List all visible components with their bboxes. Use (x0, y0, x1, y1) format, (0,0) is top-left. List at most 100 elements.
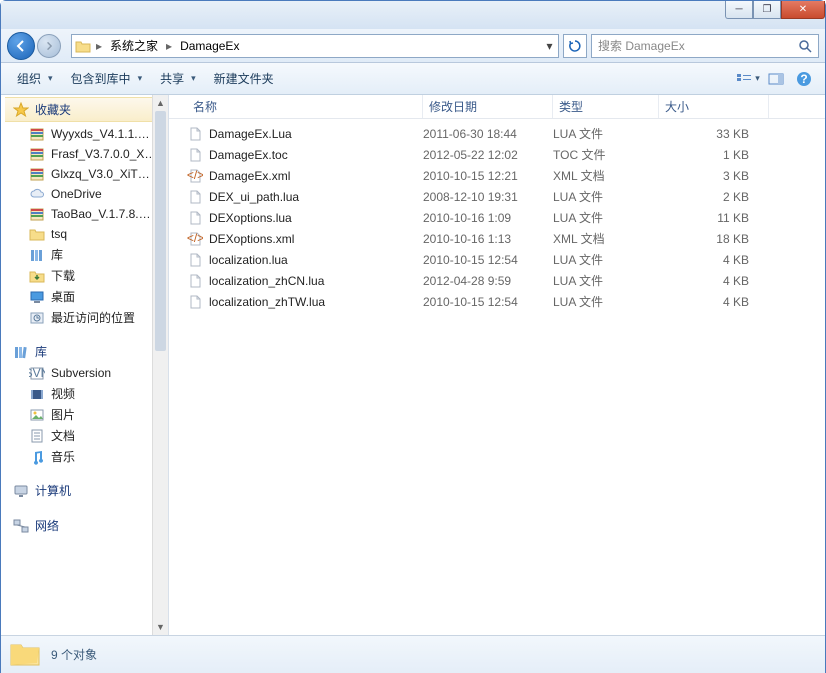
folder-icon (29, 226, 45, 242)
preview-pane-button[interactable] (763, 67, 789, 91)
toolbar: 组织 包含到库中 共享 新建文件夹 ? (1, 63, 825, 95)
view-options-button[interactable] (735, 67, 761, 91)
file-row[interactable]: </>DEXoptions.xml2010-10-16 1:13XML 文档18… (187, 228, 825, 249)
address-bar[interactable]: ▸ 系统之家 ▸ DamageEx ▾ (71, 34, 559, 58)
file-icon (187, 189, 203, 205)
sidebar-item[interactable]: Frasf_V3.7.0.0_X… (5, 144, 168, 164)
file-type: LUA 文件 (553, 251, 659, 268)
sidebar-item-label: TaoBao_V.1.7.8.… (51, 207, 151, 221)
sidebar-item[interactable]: TaoBao_V.1.7.8.… (5, 204, 168, 224)
libraries-label: 库 (35, 343, 47, 360)
file-row[interactable]: DEX_ui_path.lua2008-12-10 19:31LUA 文件2 K… (187, 186, 825, 207)
sidebar-item[interactable]: 桌面 (5, 286, 168, 307)
help-button[interactable]: ? (791, 67, 817, 91)
sidebar-item[interactable]: tsq (5, 224, 168, 244)
library-icon (29, 247, 45, 263)
close-button[interactable]: ✕ (781, 1, 825, 19)
file-date: 2012-04-28 9:59 (423, 274, 553, 288)
file-date: 2010-10-15 12:21 (423, 169, 553, 183)
file-date: 2011-06-30 18:44 (423, 127, 553, 141)
file-size: 3 KB (659, 169, 763, 183)
svn-icon: SVN (29, 365, 45, 381)
file-icon: </> (187, 168, 203, 184)
sidebar-item[interactable]: 视频 (5, 383, 168, 404)
new-folder-button[interactable]: 新建文件夹 (206, 66, 282, 91)
sidebar-scrollbar[interactable]: ▲ ▼ (152, 95, 168, 635)
file-row[interactable]: DamageEx.Lua2011-06-30 18:44LUA 文件33 KB (187, 123, 825, 144)
libraries-header[interactable]: 库 (5, 340, 168, 363)
column-type[interactable]: 类型 (553, 95, 659, 118)
sidebar-item-label: Glxzq_V3.0_XiT… (51, 167, 150, 181)
file-row[interactable]: DEXoptions.lua2010-10-16 1:09LUA 文件11 KB (187, 207, 825, 228)
sidebar-item[interactable]: 库 (5, 244, 168, 265)
file-name: DEX_ui_path.lua (209, 190, 299, 204)
sidebar-item[interactable]: Glxzq_V3.0_XiT… (5, 164, 168, 184)
library-icon (13, 344, 29, 360)
network-header[interactable]: 网络 (5, 514, 168, 537)
file-name: DamageEx.Lua (209, 127, 292, 141)
sidebar-item[interactable]: OneDrive (5, 184, 168, 204)
share-menu[interactable]: 共享 (152, 66, 204, 91)
file-date: 2010-10-16 1:13 (423, 232, 553, 246)
column-headers: 名称 修改日期 类型 大小 (169, 95, 825, 119)
scroll-up-icon[interactable]: ▲ (153, 95, 168, 111)
file-row[interactable]: </>DamageEx.xml2010-10-15 12:21XML 文档3 K… (187, 165, 825, 186)
maximize-button[interactable]: ❐ (753, 1, 781, 19)
desktop-icon (29, 289, 45, 305)
archive-icon (29, 206, 45, 222)
file-icon (187, 252, 203, 268)
include-library-menu[interactable]: 包含到库中 (63, 66, 151, 91)
file-size: 2 KB (659, 190, 763, 204)
scroll-thumb[interactable] (155, 111, 166, 351)
forward-button[interactable] (37, 34, 61, 58)
file-date: 2010-10-15 12:54 (423, 295, 553, 309)
column-name[interactable]: 名称 (187, 95, 423, 118)
file-type: XML 文档 (553, 230, 659, 247)
sidebar-item[interactable]: 最近访问的位置 (5, 307, 168, 328)
document-icon (29, 428, 45, 444)
search-input[interactable]: 搜索 DamageEx (591, 34, 819, 58)
file-name: localization_zhTW.lua (209, 295, 325, 309)
sidebar-item-label: Subversion (51, 366, 111, 380)
titlebar: ─ ❐ ✕ (1, 1, 825, 29)
sidebar-item[interactable]: SVN Subversion (5, 363, 168, 383)
favorites-header[interactable]: 收藏夹 (5, 97, 168, 122)
download-icon (29, 268, 45, 284)
file-name: localization_zhCN.lua (209, 274, 324, 288)
sidebar-item[interactable]: Wyyxds_V4.1.1.… (5, 124, 168, 144)
sidebar-item[interactable]: 音乐 (5, 446, 168, 467)
minimize-button[interactable]: ─ (725, 1, 753, 19)
file-type: LUA 文件 (553, 125, 659, 142)
file-row[interactable]: DamageEx.toc2012-05-22 12:02TOC 文件1 KB (187, 144, 825, 165)
back-button[interactable] (7, 32, 35, 60)
sidebar-item[interactable]: 下载 (5, 265, 168, 286)
scroll-down-icon[interactable]: ▼ (153, 619, 168, 635)
sidebar-item-label: 最近访问的位置 (51, 309, 135, 326)
video-icon (29, 386, 45, 402)
breadcrumb-item[interactable]: DamageEx (174, 35, 245, 57)
folder-icon (72, 39, 94, 53)
file-row[interactable]: localization.lua2010-10-15 12:54LUA 文件4 … (187, 249, 825, 270)
organize-menu[interactable]: 组织 (9, 66, 61, 91)
sidebar-item-label: 视频 (51, 385, 75, 402)
search-icon (798, 39, 812, 53)
sidebar-item-label: 桌面 (51, 288, 75, 305)
status-count: 9 个对象 (51, 646, 97, 663)
column-size[interactable]: 大小 (659, 95, 769, 118)
breadcrumb-item[interactable]: 系统之家 (104, 35, 164, 57)
file-date: 2012-05-22 12:02 (423, 148, 553, 162)
computer-header[interactable]: 计算机 (5, 479, 168, 502)
file-size: 4 KB (659, 253, 763, 267)
cloud-icon (29, 186, 45, 202)
address-dropdown[interactable]: ▾ (540, 39, 558, 53)
file-icon (187, 273, 203, 289)
file-name: DEXoptions.lua (209, 211, 292, 225)
file-date: 2010-10-16 1:09 (423, 211, 553, 225)
file-size: 1 KB (659, 148, 763, 162)
refresh-button[interactable] (563, 34, 587, 58)
file-row[interactable]: localization_zhCN.lua2012-04-28 9:59LUA … (187, 270, 825, 291)
sidebar-item[interactable]: 文档 (5, 425, 168, 446)
file-row[interactable]: localization_zhTW.lua2010-10-15 12:54LUA… (187, 291, 825, 312)
sidebar-item[interactable]: 图片 (5, 404, 168, 425)
column-date[interactable]: 修改日期 (423, 95, 553, 118)
